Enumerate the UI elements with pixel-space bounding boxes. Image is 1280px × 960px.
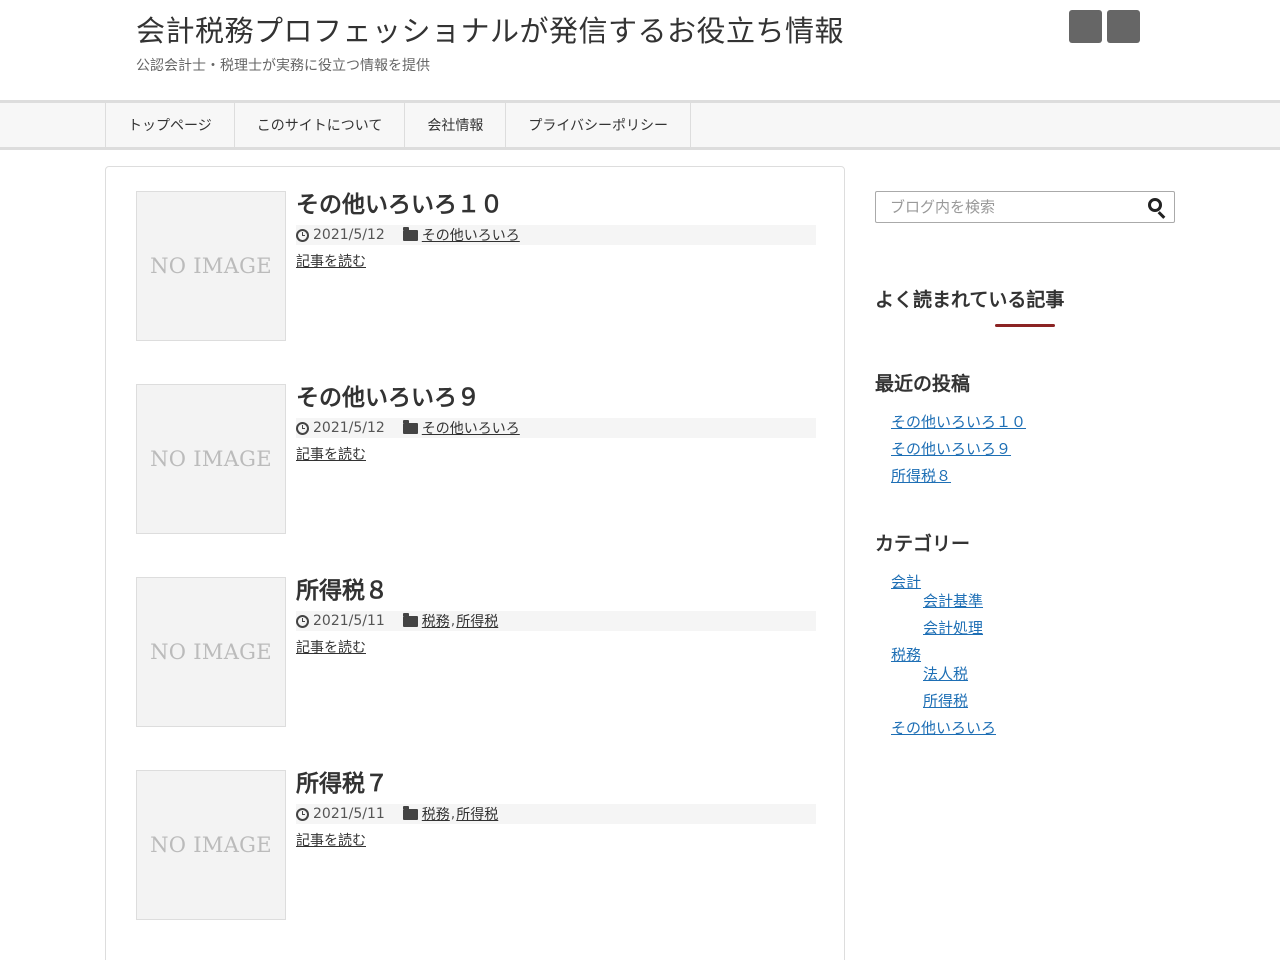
entry-category-link[interactable]: 所得税 (456, 611, 498, 631)
entry-category-link[interactable]: 税務 (422, 804, 450, 824)
main-content: NO IMAGE その他いろいろ１０ 2021/5/12 その他いろいろ 記事を… (105, 166, 845, 960)
popular-title-underline (995, 324, 1055, 327)
search-input[interactable] (876, 192, 1136, 222)
read-more-link[interactable]: 記事を読む (296, 830, 366, 850)
search-icon[interactable] (1148, 198, 1162, 212)
nav-menu: トップページ このサイトについて 会社情報 プライバシーポリシー (105, 103, 692, 147)
entry-meta: 2021/5/11 税務 , 所得税 (296, 611, 816, 631)
category-link-misc[interactable]: その他いろいろ (891, 717, 996, 738)
nav-item-company[interactable]: 会社情報 (405, 103, 507, 147)
clock-icon (296, 807, 309, 821)
recent-post-link[interactable]: 所得税８ (891, 465, 951, 486)
read-more-link[interactable]: 記事を読む (296, 444, 366, 464)
category-link-accounting-processing[interactable]: 会計処理 (923, 617, 983, 638)
read-more-link[interactable]: 記事を読む (296, 637, 366, 657)
popular-posts-title: よく読まれている記事 (875, 289, 1065, 311)
search-box (875, 191, 1175, 223)
folder-icon (402, 805, 418, 820)
clock-icon (296, 228, 309, 242)
folder-icon (402, 419, 418, 434)
entry-date: 2021/5/11 (313, 613, 385, 629)
nav-item-about[interactable]: このサイトについて (235, 103, 406, 147)
folder-icon (402, 226, 418, 241)
categories-title: カテゴリー (875, 533, 971, 555)
entry-thumbnail[interactable]: NO IMAGE (136, 191, 286, 341)
entry-title[interactable]: その他いろいろ１０ (296, 185, 503, 219)
entry-meta: 2021/5/12 その他いろいろ (296, 418, 816, 438)
entry-category-link[interactable]: 所得税 (456, 804, 498, 824)
entry-category-link[interactable]: その他いろいろ (422, 225, 520, 245)
category-link-income-tax[interactable]: 所得税 (923, 690, 968, 711)
recent-post-link[interactable]: その他いろいろ９ (891, 438, 1011, 459)
entry-title[interactable]: 所得税７ (296, 764, 388, 798)
entry-thumbnail[interactable]: NO IMAGE (136, 577, 286, 727)
entry-card: NO IMAGE 所得税７ 2021/5/11 税務 , 所得税 記事を読む (136, 770, 816, 940)
category-separator: , (450, 613, 456, 629)
entry-category-link[interactable]: その他いろいろ (422, 418, 520, 438)
entry-category-link[interactable]: 税務 (422, 611, 450, 631)
read-more-link[interactable]: 記事を読む (296, 251, 366, 271)
recent-post-link[interactable]: その他いろいろ１０ (891, 411, 1026, 432)
category-link-accounting-standards[interactable]: 会計基準 (923, 590, 983, 611)
nav-item-privacy[interactable]: プライバシーポリシー (506, 103, 692, 147)
entry-meta: 2021/5/11 税務 , 所得税 (296, 804, 816, 824)
entry-date: 2021/5/11 (313, 806, 385, 822)
site-description: 公認会計士・税理士が実務に役立つ情報を提供 (136, 58, 430, 74)
site-title[interactable]: 会計税務プロフェッショナルが発信するお役立ち情報 (136, 8, 844, 50)
clock-icon (296, 421, 309, 435)
entry-card: NO IMAGE 所得税８ 2021/5/11 税務 , 所得税 記事を読む (136, 577, 816, 747)
header-button-2[interactable] (1107, 10, 1140, 43)
entry-title[interactable]: その他いろいろ９ (296, 378, 480, 412)
entry-thumbnail[interactable]: NO IMAGE (136, 770, 286, 920)
clock-icon (296, 614, 309, 628)
category-separator: , (450, 806, 456, 822)
recent-posts-title: 最近の投稿 (875, 373, 971, 395)
category-link-corporate-tax[interactable]: 法人税 (923, 663, 968, 684)
entry-card: NO IMAGE その他いろいろ９ 2021/5/12 その他いろいろ 記事を読… (136, 384, 816, 554)
entry-thumbnail[interactable]: NO IMAGE (136, 384, 286, 534)
folder-icon (402, 612, 418, 627)
header-button-1[interactable] (1069, 10, 1102, 43)
entry-card: NO IMAGE その他いろいろ１０ 2021/5/12 その他いろいろ 記事を… (136, 191, 816, 361)
category-link-tax[interactable]: 税務 (891, 644, 921, 665)
nav-bar: トップページ このサイトについて 会社情報 プライバシーポリシー (0, 100, 1280, 150)
nav-item-top[interactable]: トップページ (106, 103, 235, 147)
category-link-accounting[interactable]: 会計 (891, 571, 921, 592)
entry-meta: 2021/5/12 その他いろいろ (296, 225, 816, 245)
entry-date: 2021/5/12 (313, 227, 385, 243)
entry-date: 2021/5/12 (313, 420, 385, 436)
entry-title[interactable]: 所得税８ (296, 571, 388, 605)
